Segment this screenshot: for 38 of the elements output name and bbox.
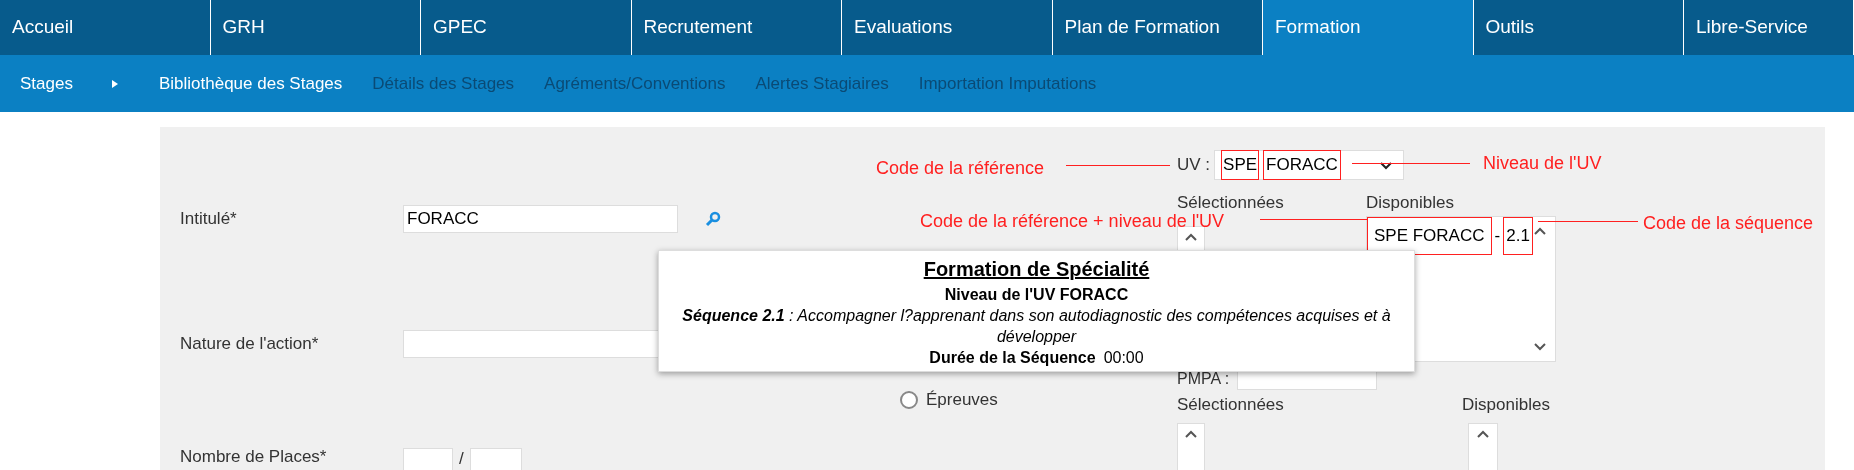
field-label: UV : xyxy=(1177,154,1211,177)
field-label: Nature de l'action* xyxy=(180,333,320,356)
list-label: Disponibles xyxy=(1462,393,1550,416)
sequence-code[interactable]: 2.1 xyxy=(1503,216,1533,255)
uv-select[interactable]: SPE FORACC xyxy=(1214,150,1405,180)
section-label: Stages xyxy=(20,72,73,95)
chevron-down-icon xyxy=(1379,160,1394,170)
selected-list[interactable] xyxy=(1177,423,1205,470)
field-label: Nombre de Places* xyxy=(180,446,328,468)
annotation-label: Niveau de l'UV xyxy=(1483,152,1602,175)
separator-text: / xyxy=(459,448,464,470)
title-field[interactable]: FORACC xyxy=(403,205,678,233)
scroll-up-icon[interactable] xyxy=(1476,430,1490,439)
places-field[interactable] xyxy=(403,448,453,470)
tooltip-subtitle: Niveau de l'UV FORACC xyxy=(944,285,1129,305)
caret-icon xyxy=(110,78,119,89)
duration-label: Durée de la Séquence xyxy=(929,348,1096,368)
duration-value: 00:00 xyxy=(1103,348,1144,368)
radio-button[interactable] xyxy=(900,390,918,409)
field-label: Intitulé* xyxy=(180,208,238,231)
scroll-down-icon[interactable] xyxy=(1533,341,1547,351)
scroll-up-icon[interactable] xyxy=(1184,232,1198,242)
scroll-up-icon[interactable] xyxy=(1184,430,1198,439)
search-icon[interactable] xyxy=(705,211,721,227)
tooltip-title: Formation de Spécialité xyxy=(923,257,1150,282)
field-label: PMPA : xyxy=(1177,368,1230,389)
places-field[interactable] xyxy=(469,448,522,470)
level-code: FORACC xyxy=(1263,150,1341,180)
radio-label: Épreuves xyxy=(926,389,998,411)
list-label: Disponibles xyxy=(1366,192,1454,214)
separator-text: - xyxy=(1494,224,1501,247)
list-label: Sélectionnées xyxy=(1177,393,1285,416)
nav-tab[interactable]: Formation xyxy=(1263,0,1474,55)
annotation-label: Code de la séquence xyxy=(1643,212,1814,235)
subnav-link[interactable]: Bibliothèque des Stages xyxy=(158,70,343,97)
scroll-up-icon[interactable] xyxy=(1533,226,1547,236)
reference-code: SPE xyxy=(1221,150,1260,180)
annotation-label: Code de la référence xyxy=(876,157,1045,180)
